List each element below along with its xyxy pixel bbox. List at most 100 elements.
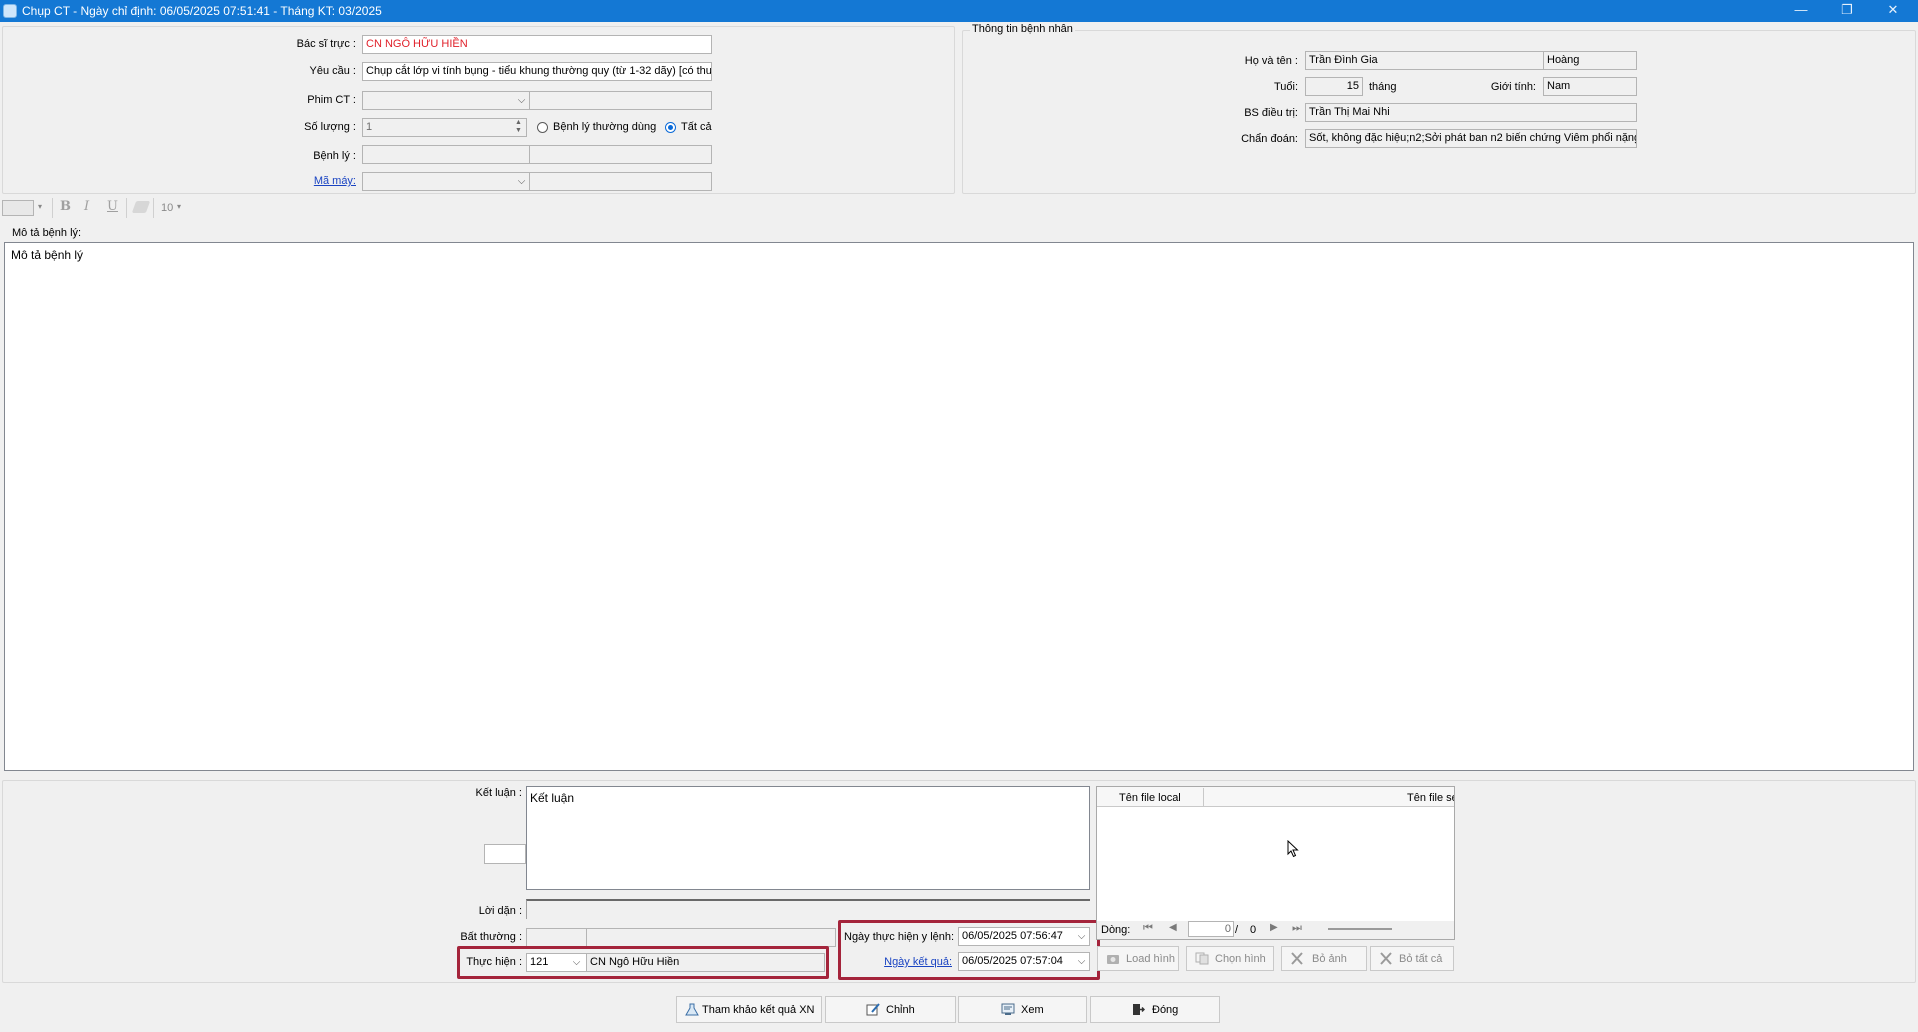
title-bar: Chụp CT - Ngày chỉ định: 06/05/2025 07:5…: [0, 0, 1918, 22]
radio-tat-ca[interactable]: [665, 122, 676, 133]
calendar-dropdown-icon[interactable]: ⌵: [1074, 953, 1089, 970]
xem-button[interactable]: Xem: [958, 996, 1087, 1023]
ket-luan-editor[interactable]: Kết luận: [526, 786, 1090, 890]
bo-tat-ca-button[interactable]: Bỏ tất cả: [1370, 946, 1454, 971]
font-size-select[interactable]: 10: [161, 202, 173, 214]
bat-thuong-code-field[interactable]: [526, 928, 587, 947]
ho-va-ten-label: Họ và tên :: [1244, 55, 1298, 67]
ma-may-name-field: [529, 172, 712, 191]
bold-button[interactable]: B: [60, 199, 71, 214]
chan-doan-field: Sốt, không đặc hiệu;n2;Sởi phát ban n2 b…: [1305, 129, 1637, 148]
chinh-label: Chỉnh: [886, 1004, 915, 1016]
yeu-cau-field[interactable]: Chụp cắt lớp vi tính bụng - tiểu khung t…: [362, 62, 712, 81]
tham-khao-ket-qua-button[interactable]: Tham khảo kết quả XN: [676, 996, 822, 1023]
navigator-current-field[interactable]: 0: [1188, 921, 1234, 937]
dong-button[interactable]: Đóng: [1090, 996, 1220, 1023]
column-divider: [1203, 788, 1204, 806]
phim-ct-select[interactable]: ⌵: [362, 91, 530, 110]
tuoi-label: Tuổi:: [1273, 81, 1298, 93]
next-record-icon[interactable]: ▶: [1270, 922, 1278, 933]
chevron-down-icon: ⌵: [517, 176, 526, 187]
loi-dan-field[interactable]: [526, 899, 1090, 919]
x-icon: [1380, 952, 1392, 965]
chon-hinh-button[interactable]: Chọn hình: [1186, 946, 1274, 971]
chan-doan-label: Chẩn đoán:: [1241, 133, 1298, 145]
image-file-grid[interactable]: Tên file local Tên file se: [1096, 786, 1455, 940]
ma-may-link[interactable]: Mã máy:: [300, 175, 356, 187]
first-record-icon[interactable]: ⏮: [1143, 922, 1153, 935]
load-hinh-label: Load hình: [1126, 953, 1175, 965]
chon-hinh-label: Chọn hình: [1215, 953, 1266, 965]
chinh-button[interactable]: Chỉnh: [825, 996, 956, 1023]
flask-icon: [685, 1003, 699, 1016]
gioi-tinh-field: Nam: [1543, 77, 1637, 96]
dong-label: Đóng: [1152, 1004, 1179, 1016]
so-luong-label: Số lượng :: [304, 121, 356, 133]
restore-button[interactable]: ❐: [1824, 0, 1870, 22]
phim-ct-name-field: [529, 91, 712, 110]
description-group-title: Mô tả bệnh lý:: [10, 227, 84, 239]
phim-ct-label: Phim CT :: [307, 94, 356, 106]
camera-icon: [1107, 955, 1119, 964]
bac-si-truc-field[interactable]: CN NGÔ HỮU HIỀN: [362, 35, 712, 54]
chevron-down-icon: ⌵: [517, 95, 526, 106]
bat-thuong-label: Bất thường :: [460, 931, 522, 943]
stepper-arrows-icon[interactable]: ▲ ▼: [511, 119, 526, 136]
exit-door-icon: [1133, 1004, 1145, 1015]
ngay-thuc-hien-label: Ngày thực hiện y lệnh:: [844, 931, 955, 943]
loi-dan-label: Lời dặn :: [478, 905, 522, 917]
benh-ly-code-field[interactable]: [362, 145, 530, 164]
bo-anh-button[interactable]: Bỏ ảnh: [1281, 946, 1367, 971]
copy-icon: [1195, 952, 1209, 965]
app-icon: [3, 4, 17, 18]
minimize-button[interactable]: —: [1778, 0, 1824, 22]
navigator-total: 0: [1250, 924, 1257, 936]
bo-anh-label: Bỏ ảnh: [1312, 953, 1347, 965]
caret-down-icon[interactable]: ▾: [38, 202, 42, 211]
radio-benh-ly-thuong-dung[interactable]: [537, 122, 548, 133]
toolbar-divider: [153, 198, 154, 218]
benh-ly-name-field: [529, 145, 712, 164]
tuoi-field: 15: [1305, 77, 1363, 96]
bo-tat-ca-label: Bỏ tất cả: [1399, 953, 1443, 965]
thuc-hien-name-field: CN Ngô Hữu Hiền: [586, 953, 825, 972]
ngay-ket-qua-link[interactable]: Ngày kết quả:: [870, 956, 952, 968]
ho-ten-field: Trần Đình Gia: [1305, 51, 1545, 70]
benh-ly-label: Bệnh lý :: [313, 150, 356, 162]
description-editor[interactable]: Mô tả bệnh lý: [4, 242, 1914, 771]
ten-field: Hoàng: [1543, 51, 1637, 70]
ket-luan-label: Kết luận :: [475, 787, 522, 799]
tham-khao-label: Tham khảo kết quả XN: [702, 1004, 815, 1016]
col-ten-file-local[interactable]: Tên file local: [1119, 792, 1181, 804]
eraser-icon[interactable]: [131, 201, 151, 213]
italic-button[interactable]: I: [84, 199, 89, 214]
load-hinh-button[interactable]: Load hình: [1097, 946, 1179, 971]
gioi-tinh-label: Giới tính:: [1490, 81, 1536, 93]
tuoi-unit: tháng: [1369, 81, 1397, 93]
prev-record-icon[interactable]: ◀: [1169, 922, 1177, 933]
navigator-slider[interactable]: [1328, 928, 1392, 930]
chevron-down-icon[interactable]: ⌵: [569, 954, 584, 971]
mouse-cursor-icon: [1287, 840, 1299, 858]
yeu-cau-label: Yêu cầu :: [309, 65, 356, 77]
bac-si-truc-label: Bác sĩ trực :: [296, 38, 356, 50]
close-button[interactable]: ✕: [1870, 0, 1916, 22]
x-icon: [1291, 952, 1303, 965]
preview-icon: [1001, 1003, 1015, 1015]
col-ten-file-server[interactable]: Tên file se: [1407, 792, 1454, 804]
ket-luan-side-box[interactable]: [484, 844, 526, 864]
underline-button[interactable]: U: [107, 199, 118, 214]
xem-label: Xem: [1021, 1004, 1044, 1016]
last-record-icon[interactable]: ⏭: [1292, 922, 1302, 935]
navigator-separator: /: [1235, 924, 1239, 936]
ma-may-select[interactable]: ⌵: [362, 172, 530, 191]
ngay-ket-qua-picker[interactable]: 06/05/2025 07:57:04: [958, 952, 1090, 971]
bs-dieu-tri-field: Trần Thị Mai Nhi: [1305, 103, 1637, 122]
ngay-thuc-hien-picker[interactable]: 06/05/2025 07:56:47: [958, 927, 1090, 946]
so-luong-stepper[interactable]: 1: [362, 118, 527, 137]
patient-group-title: Thông tin bệnh nhân: [970, 23, 1075, 35]
caret-down-icon[interactable]: ▾: [177, 202, 181, 211]
radio-tat-ca-label: Tất cả: [681, 121, 712, 133]
color-picker[interactable]: [2, 200, 34, 216]
calendar-dropdown-icon[interactable]: ⌵: [1074, 928, 1089, 945]
